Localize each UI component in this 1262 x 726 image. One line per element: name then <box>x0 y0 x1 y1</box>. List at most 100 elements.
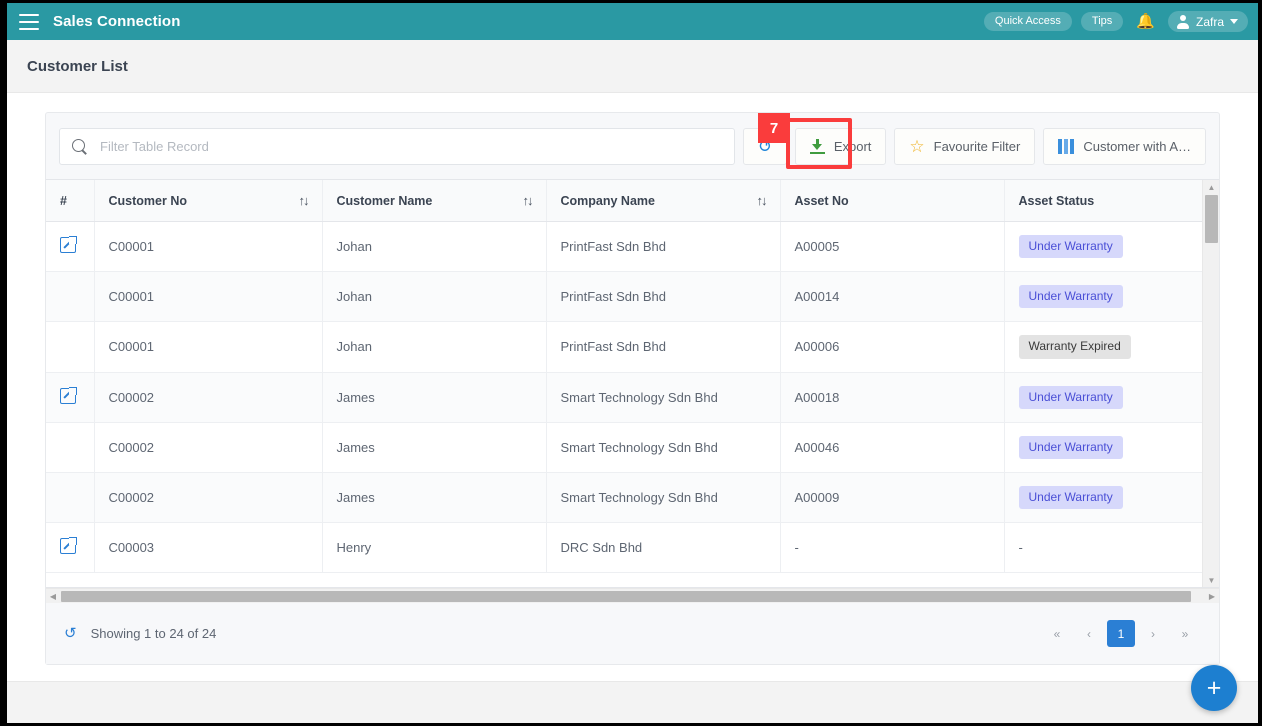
row-open-cell <box>46 472 95 524</box>
table-scroll-area[interactable]: # Customer No ↑↓ Customer Name ↑↓ Compan… <box>46 180 1219 587</box>
bottom-strip <box>7 681 1258 723</box>
cell-customer-name: Johan <box>322 271 547 323</box>
scroll-down-arrow-icon[interactable]: ▼ <box>1203 573 1220 587</box>
page-content: ↻ Export ☆ Favourite Filter Customer wit… <box>7 93 1258 722</box>
column-preset-label: Customer with A… <box>1083 139 1191 154</box>
chevron-down-icon <box>1230 19 1238 24</box>
cell-asset-no: A00006 <box>780 321 1005 373</box>
table-row[interactable]: C00002 James Smart Technology Sdn Bhd A0001… <box>46 372 1202 423</box>
cell-company-name: PrintFast Sdn Bhd <box>546 221 781 273</box>
column-header-company-name-label: Company Name <box>560 193 655 208</box>
favourite-filter-label: Favourite Filter <box>933 139 1021 154</box>
customer-table: # Customer No ↑↓ Customer Name ↑↓ Compan… <box>46 180 1202 574</box>
cell-customer-name: Johan <box>322 221 547 273</box>
status-badge: Under Warranty <box>1018 285 1123 309</box>
cell-asset-no: - <box>780 522 1005 574</box>
avatar-icon <box>1177 15 1190 29</box>
pagination-first-button[interactable]: « <box>1043 620 1071 647</box>
quick-access-button[interactable]: Quick Access <box>983 12 1072 31</box>
cell-company-name: Smart Technology Sdn Bhd <box>546 472 781 524</box>
download-icon <box>809 139 825 154</box>
status-badge: Warranty Expired <box>1018 335 1131 359</box>
cell-company-name: PrintFast Sdn Bhd <box>546 321 781 373</box>
scroll-up-arrow-icon[interactable]: ▲ <box>1203 180 1220 194</box>
search-input[interactable] <box>100 139 722 154</box>
cell-customer-no: C00001 <box>94 271 323 323</box>
vertical-scroll-thumb[interactable] <box>1205 195 1218 243</box>
row-open-cell <box>46 372 95 423</box>
table-row[interactable]: C00001 Johan PrintFast Sdn Bhd A00006 Warran… <box>46 321 1202 373</box>
cell-company-name: PrintFast Sdn Bhd <box>546 271 781 323</box>
column-header-customer-no[interactable]: Customer No ↑↓ <box>94 180 323 222</box>
cell-customer-name: Henry <box>322 522 547 574</box>
hamburger-menu-icon[interactable] <box>19 13 39 30</box>
export-button[interactable]: Export <box>794 128 887 165</box>
columns-icon <box>1058 139 1075 154</box>
sort-updown-icon[interactable]: ↑↓ <box>523 193 534 208</box>
cell-customer-name: James <box>322 472 547 524</box>
export-label: Export <box>833 139 872 154</box>
column-preset-button[interactable]: Customer with A… <box>1043 128 1206 165</box>
cell-company-name: DRC Sdn Bhd <box>546 522 781 574</box>
sort-updown-icon[interactable]: ↑↓ <box>757 193 768 208</box>
status-badge: Under Warranty <box>1018 485 1123 510</box>
scroll-left-arrow-icon[interactable]: ◀ <box>46 589 60 604</box>
row-open-cell <box>46 522 95 574</box>
sort-updown-icon[interactable]: ↑↓ <box>299 193 310 208</box>
column-header-customer-name[interactable]: Customer Name ↑↓ <box>322 180 547 222</box>
table-row[interactable]: C00002 James Smart Technology Sdn Bhd A0004… <box>46 422 1202 473</box>
row-open-cell <box>46 422 95 473</box>
footer-refresh-icon[interactable]: ↻ <box>64 625 77 642</box>
app-brand-title: Sales Connection <box>53 13 181 30</box>
column-header-company-name[interactable]: Company Name ↑↓ <box>546 180 781 222</box>
add-record-fab[interactable]: + <box>1191 665 1237 711</box>
footer-left-group: ↻ Showing 1 to 24 of 24 <box>64 625 216 642</box>
column-header-index[interactable]: # <box>46 180 95 222</box>
cell-company-name: Smart Technology Sdn Bhd <box>546 372 781 423</box>
cell-customer-no: C00001 <box>94 221 323 273</box>
favourite-filter-button[interactable]: ☆ Favourite Filter <box>894 128 1036 165</box>
pagination-page-1-button[interactable]: 1 <box>1107 620 1135 647</box>
cell-asset-no: A00014 <box>780 271 1005 323</box>
table-toolbar: ↻ Export ☆ Favourite Filter Customer wit… <box>46 113 1219 179</box>
star-icon: ☆ <box>909 137 925 156</box>
open-external-icon[interactable] <box>60 537 77 555</box>
cell-asset-status: Under Warranty <box>1004 372 1202 423</box>
open-external-icon[interactable] <box>60 236 77 254</box>
pagination-next-button[interactable]: › <box>1139 620 1167 647</box>
cell-asset-no: A00018 <box>780 372 1005 423</box>
annotation-step-number: 7 <box>758 113 790 143</box>
table-row[interactable]: C00003 Henry DRC Sdn Bhd - - <box>46 522 1202 574</box>
filter-search-box[interactable] <box>59 128 735 165</box>
user-menu-button[interactable]: Zafra <box>1167 11 1248 32</box>
horizontal-scroll-thumb[interactable] <box>61 591 1191 602</box>
pagination: « ‹ 1 › » <box>1043 620 1199 647</box>
app-window: Sales Connection Quick Access Tips 🔔 Zaf… <box>7 3 1258 723</box>
status-badge: Under Warranty <box>1018 385 1123 409</box>
scroll-right-arrow-icon[interactable]: ▶ <box>1205 589 1219 604</box>
table-header-row: # Customer No ↑↓ Customer Name ↑↓ Compan… <box>46 180 1202 222</box>
page-title-bar: Customer List <box>7 40 1258 93</box>
cell-asset-status: - <box>1004 522 1202 574</box>
table-row[interactable]: C00002 James Smart Technology Sdn Bhd A0000… <box>46 472 1202 524</box>
table-region: # Customer No ↑↓ Customer Name ↑↓ Compan… <box>46 179 1219 588</box>
bell-icon[interactable]: 🔔 <box>1132 14 1159 29</box>
table-row[interactable]: C00001 Johan PrintFast Sdn Bhd A00014 Under … <box>46 271 1202 323</box>
table-vertical-scrollbar[interactable]: ▲ ▼ <box>1202 180 1219 587</box>
pagination-prev-button[interactable]: ‹ <box>1075 620 1103 647</box>
column-header-asset-no[interactable]: Asset No <box>780 180 1005 222</box>
tips-button[interactable]: Tips <box>1080 12 1124 31</box>
cell-customer-name: Johan <box>322 321 547 373</box>
table-row[interactable]: C00001 Johan PrintFast Sdn Bhd A00005 Under … <box>46 221 1202 273</box>
column-header-customer-name-label: Customer Name <box>336 193 433 208</box>
table-head: # Customer No ↑↓ Customer Name ↑↓ Compan… <box>46 180 1202 222</box>
open-external-icon[interactable] <box>60 386 77 404</box>
table-horizontal-scrollbar[interactable]: ◀ ▶ <box>46 588 1219 603</box>
column-header-asset-status-label: Asset Status <box>1018 193 1095 208</box>
cell-asset-status: Under Warranty <box>1004 221 1202 273</box>
row-open-cell <box>46 321 95 373</box>
table-footer: ↻ Showing 1 to 24 of 24 « ‹ 1 › » <box>46 603 1219 664</box>
page-title: Customer List <box>27 57 128 75</box>
pagination-last-button[interactable]: » <box>1171 620 1199 647</box>
column-header-asset-status[interactable]: Asset Status <box>1004 180 1202 222</box>
